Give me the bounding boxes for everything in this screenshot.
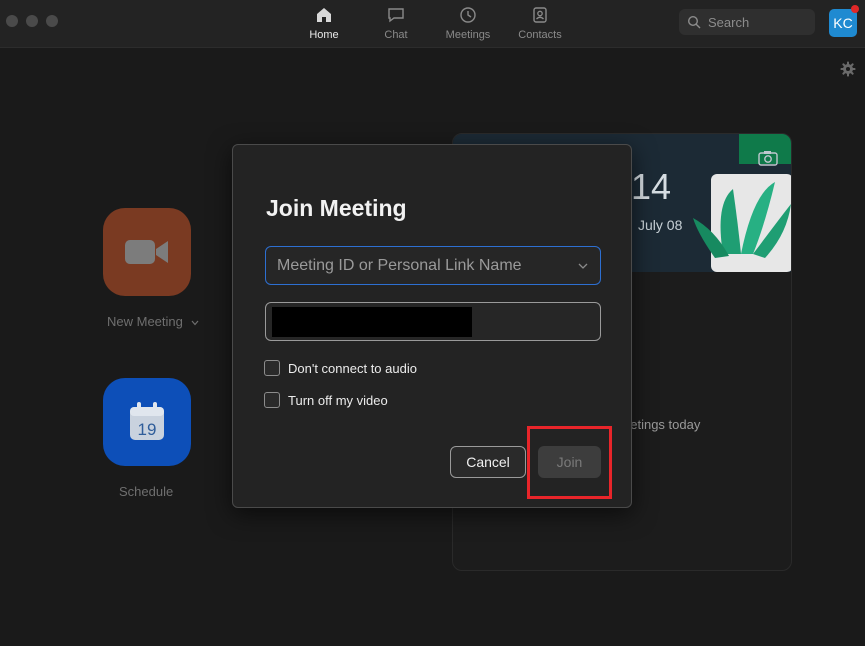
search-input[interactable]: Search [679,9,815,35]
no-meetings-message: eetings today [623,417,701,432]
clock-date: July 08 [638,217,683,233]
calendar-day: 19 [138,420,157,439]
search-placeholder: Search [708,14,750,30]
tab-chat[interactable]: Chat [380,6,412,44]
tab-meetings-label: Meetings [445,29,491,41]
zoom-window-button[interactable] [46,15,58,27]
join-highlight-box [527,426,612,499]
video-camera-icon [125,240,168,264]
tab-contacts-label: Contacts [518,29,562,41]
notification-dot [851,5,859,13]
close-window-button[interactable] [6,15,18,27]
contacts-icon [533,7,547,23]
no-audio-option[interactable]: Don't connect to audio [264,360,417,376]
new-meeting-button[interactable] [103,208,191,296]
clock-icon [460,7,476,23]
video-off-checkbox[interactable] [264,392,280,408]
schedule-label: Schedule [119,484,174,499]
meeting-id-input[interactable]: Meeting ID or Personal Link Name [265,246,601,285]
calendar-icon: 19 [130,402,164,440]
minimize-window-button[interactable] [26,15,38,27]
tab-chat-label: Chat [384,29,408,41]
display-name-input[interactable] [265,302,601,341]
chat-icon [388,8,404,23]
tab-meetings[interactable]: Meetings [442,6,494,44]
title-bar: Home Chat Meetings Contacts Search KC [0,0,865,48]
meeting-id-placeholder: Meeting ID or Personal Link Name [277,256,522,274]
home-icon [317,8,331,22]
tab-home[interactable]: Home [306,6,342,44]
tab-contacts[interactable]: Contacts [514,6,566,44]
search-icon [687,15,701,29]
video-off-option[interactable]: Turn off my video [264,392,388,408]
chevron-down-icon[interactable] [191,320,199,326]
gear-icon[interactable] [840,61,856,77]
avatar[interactable]: KC [829,9,857,37]
tab-home-label: Home [309,29,339,41]
chevron-down-icon[interactable] [578,262,588,270]
schedule-button[interactable]: 19 [103,378,191,466]
cancel-button[interactable]: Cancel [450,446,526,478]
video-off-label: Turn off my video [288,392,388,408]
camera-icon[interactable] [758,150,778,166]
clock-time: 14 [631,166,672,207]
redacted-name [272,307,472,337]
no-audio-label: Don't connect to audio [288,360,417,376]
dialog-title: Join Meeting [266,195,407,221]
new-meeting-label: New Meeting [107,314,199,329]
no-audio-checkbox[interactable] [264,360,280,376]
